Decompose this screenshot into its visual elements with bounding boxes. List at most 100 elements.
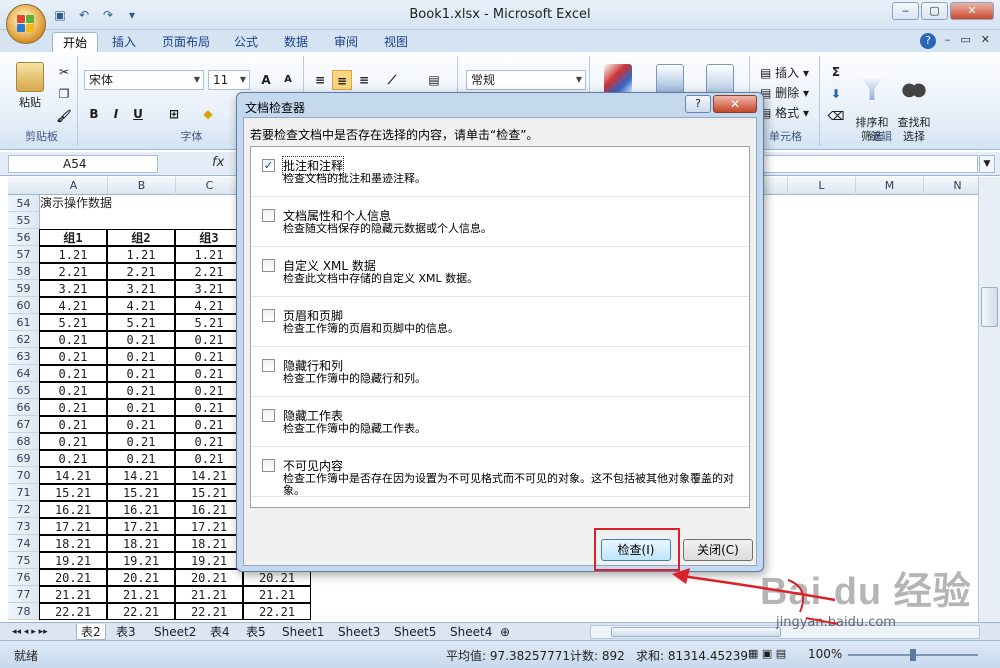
grid-cell[interactable]: 15.21 bbox=[107, 484, 175, 501]
grid-cell[interactable]: 0.21 bbox=[39, 348, 107, 365]
grid-cell[interactable]: 14.21 bbox=[107, 467, 175, 484]
grid-cell[interactable]: 22.21 bbox=[107, 603, 175, 620]
grid-cell[interactable]: 组3 bbox=[175, 229, 243, 246]
dialog-help-button[interactable]: ? bbox=[685, 95, 711, 113]
row-header[interactable]: 59 bbox=[8, 280, 40, 297]
zoom-slider-thumb[interactable] bbox=[910, 649, 916, 661]
cut-icon[interactable]: ✂ bbox=[54, 62, 74, 82]
grid-cell[interactable]: 17.21 bbox=[107, 518, 175, 535]
grid-cell[interactable]: 0.21 bbox=[175, 365, 243, 382]
row-header[interactable]: 62 bbox=[8, 331, 40, 348]
row-header[interactable]: 72 bbox=[8, 501, 40, 518]
inspection-checkbox[interactable] bbox=[262, 309, 275, 322]
bold-button[interactable]: B bbox=[84, 104, 104, 124]
grid-cell[interactable]: 16.21 bbox=[175, 501, 243, 518]
insert-function-icon[interactable]: fx bbox=[212, 155, 224, 170]
grid-cell[interactable]: 0.21 bbox=[175, 433, 243, 450]
grid-cell[interactable] bbox=[108, 195, 176, 212]
conditional-format-icon[interactable] bbox=[604, 64, 632, 94]
wrap-text-icon[interactable]: ▤ bbox=[424, 70, 444, 90]
insert-sheet-icon[interactable]: ⊕ bbox=[496, 624, 514, 640]
grid-cell[interactable]: 5.21 bbox=[107, 314, 175, 331]
grid-cell[interactable]: 0.21 bbox=[175, 382, 243, 399]
grid-cell[interactable]: 组1 bbox=[39, 229, 107, 246]
row-header[interactable]: 58 bbox=[8, 263, 40, 280]
grid-cell[interactable]: 17.21 bbox=[175, 518, 243, 535]
grid-cell[interactable]: 4.21 bbox=[175, 297, 243, 314]
minimize-button[interactable]: ‒ bbox=[892, 2, 919, 20]
grid-cell[interactable]: 14.21 bbox=[39, 467, 107, 484]
inspection-checkbox[interactable] bbox=[262, 409, 275, 422]
tab-insert[interactable]: 插入 bbox=[102, 32, 146, 52]
grid-cell[interactable]: 22.21 bbox=[243, 603, 311, 620]
cell-styles-icon[interactable] bbox=[706, 64, 734, 94]
inspection-checkbox[interactable] bbox=[262, 259, 275, 272]
grid-cell[interactable]: 4.21 bbox=[107, 297, 175, 314]
column-header[interactable]: B bbox=[108, 177, 176, 195]
row-header[interactable]: 74 bbox=[8, 535, 40, 552]
sheet-tab[interactable]: Sheet3 bbox=[334, 624, 384, 640]
grid-cell[interactable]: 0.21 bbox=[175, 416, 243, 433]
format-as-table-icon[interactable] bbox=[656, 64, 684, 94]
grid-cell[interactable]: 20.21 bbox=[107, 569, 175, 586]
grid-cell[interactable]: 0.21 bbox=[175, 331, 243, 348]
row-header[interactable]: 73 bbox=[8, 518, 40, 535]
grid-cell[interactable]: 3.21 bbox=[107, 280, 175, 297]
tab-page-layout[interactable]: 页面布局 bbox=[152, 32, 220, 52]
row-header[interactable]: 71 bbox=[8, 484, 40, 501]
row-header[interactable]: 55 bbox=[8, 212, 40, 229]
align-top-icon[interactable]: ≡ bbox=[310, 70, 330, 90]
grid-cell[interactable]: 0.21 bbox=[107, 399, 175, 416]
number-format-combo[interactable]: 常规 ▼ bbox=[466, 70, 586, 90]
grid-cell[interactable]: 组2 bbox=[107, 229, 175, 246]
inspection-checkbox[interactable] bbox=[262, 459, 275, 472]
row-header[interactable]: 77 bbox=[8, 586, 40, 603]
tab-formulas[interactable]: 公式 bbox=[224, 32, 268, 52]
grid-cell[interactable]: 21.21 bbox=[175, 586, 243, 603]
sheet-nav-arrows-icon[interactable]: ◂◂ ◂ ▸ ▸▸ bbox=[8, 624, 52, 640]
view-buttons-icon[interactable]: ▦ ▣ ▤ bbox=[748, 647, 786, 660]
grid-cell[interactable]: 0.21 bbox=[107, 433, 175, 450]
tab-view[interactable]: 视图 bbox=[374, 32, 418, 52]
sheet-tab[interactable]: 表5 bbox=[242, 624, 270, 640]
grid-cell[interactable]: 14.21 bbox=[175, 467, 243, 484]
row-header[interactable]: 60 bbox=[8, 297, 40, 314]
row-header[interactable]: 61 bbox=[8, 314, 40, 331]
grid-cell[interactable]: 0.21 bbox=[175, 450, 243, 467]
insert-cells-button[interactable]: ▤ 插入 ▾ bbox=[760, 64, 809, 81]
tab-review[interactable]: 审阅 bbox=[324, 32, 368, 52]
row-header[interactable]: 69 bbox=[8, 450, 40, 467]
sheet-tab[interactable]: Sheet2 bbox=[150, 624, 200, 640]
column-header[interactable]: C bbox=[176, 177, 244, 195]
grid-cell[interactable]: 19.21 bbox=[107, 552, 175, 569]
shrink-font-icon[interactable]: A bbox=[278, 70, 298, 90]
font-name-combo[interactable]: 宋体 ▼ bbox=[84, 70, 204, 90]
grid-cell[interactable]: 1.21 bbox=[107, 246, 175, 263]
sheet-tab[interactable]: Sheet4 bbox=[446, 624, 496, 640]
underline-button[interactable]: U bbox=[128, 104, 148, 124]
row-header[interactable]: 66 bbox=[8, 399, 40, 416]
grid-cell[interactable]: 2.21 bbox=[107, 263, 175, 280]
row-header[interactable]: 54 bbox=[8, 195, 40, 212]
zoom-level[interactable]: 100% bbox=[808, 647, 842, 661]
grid-cell[interactable]: 17.21 bbox=[39, 518, 107, 535]
grid-cell[interactable] bbox=[40, 212, 108, 229]
sheet-tab[interactable]: Sheet5 bbox=[390, 624, 440, 640]
grid-cell[interactable]: 15.21 bbox=[39, 484, 107, 501]
grid-cell[interactable]: 2.21 bbox=[175, 263, 243, 280]
help-icon[interactable]: ? bbox=[920, 33, 936, 49]
grid-cell[interactable]: 16.21 bbox=[107, 501, 175, 518]
grid-cell[interactable]: 0.21 bbox=[39, 382, 107, 399]
sheet-tab[interactable]: Sheet1 bbox=[278, 624, 328, 640]
row-header[interactable]: 78 bbox=[8, 603, 40, 620]
italic-button[interactable]: I bbox=[106, 104, 126, 124]
grid-cell[interactable]: 18.21 bbox=[107, 535, 175, 552]
grid-cell[interactable] bbox=[176, 212, 244, 229]
grid-cell[interactable]: 18.21 bbox=[175, 535, 243, 552]
grid-cell[interactable]: 0.21 bbox=[39, 433, 107, 450]
grid-cell[interactable]: 15.21 bbox=[175, 484, 243, 501]
fill-color-icon[interactable]: ◆ bbox=[198, 104, 218, 124]
vertical-scrollbar[interactable] bbox=[978, 177, 1000, 622]
column-header[interactable]: A bbox=[40, 177, 108, 195]
column-header[interactable]: L bbox=[788, 177, 856, 195]
